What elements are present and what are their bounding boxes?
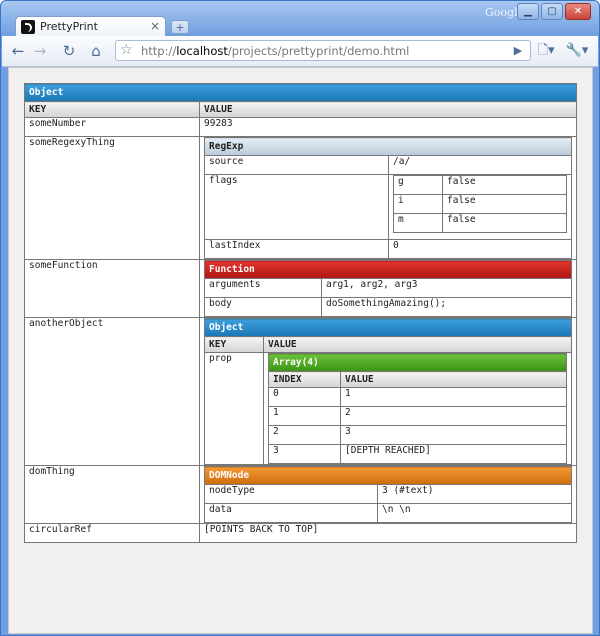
- prop-value: Array(4) INDEX VALUE 01 12 23 3 [DEPTH RE…: [263, 352, 572, 465]
- array-value: 3: [340, 425, 567, 445]
- value-column-header: VALUE: [263, 336, 572, 353]
- reload-icon[interactable]: ↻: [59, 41, 79, 61]
- key-column-header: KEY: [204, 336, 264, 353]
- row-value: DOMNode nodeType 3 (#text) data \n \n: [199, 465, 577, 524]
- wrench-icon[interactable]: 🔧▾: [564, 41, 590, 61]
- page-menu-icon[interactable]: 🗋▾: [534, 41, 558, 61]
- nested-object-title: Object: [204, 318, 572, 337]
- back-arrow-icon[interactable]: ←: [8, 41, 28, 61]
- flag-key: g: [393, 175, 443, 195]
- array-index: 3: [268, 444, 341, 464]
- flag-value: false: [442, 175, 567, 195]
- array-index: 2: [268, 425, 341, 445]
- browser-toolbar: ← → ↻ ⌂ ☆ http://localhost/projects/pret…: [2, 36, 598, 67]
- title-bar: PrettyPrint × + Google ▁ ▢ ✕: [1, 1, 599, 37]
- value-column-header: VALUE: [340, 371, 567, 388]
- forward-arrow-icon[interactable]: →: [30, 41, 50, 61]
- row-key: anotherObject: [24, 317, 200, 466]
- array-table: Array(4) INDEX VALUE 01 12 23 3 [DEPTH RE…: [268, 353, 567, 464]
- array-value: 2: [340, 406, 567, 426]
- minimize-button[interactable]: ▁: [517, 3, 539, 20]
- regexp-title: RegExp: [204, 137, 572, 156]
- row-key: someNumber: [24, 117, 200, 137]
- home-icon[interactable]: ⌂: [86, 41, 106, 61]
- index-column-header: INDEX: [268, 371, 341, 388]
- regexp-flags-key: flags: [204, 174, 389, 240]
- function-body-key: body: [204, 297, 322, 317]
- domnode-nodetype-value: 3 (#text): [377, 484, 572, 504]
- flag-key: i: [393, 194, 443, 214]
- function-arguments-value: arg1, arg2, arg3: [321, 278, 572, 298]
- flag-value: false: [442, 213, 567, 233]
- domnode-table: DOMNode nodeType 3 (#text) data \n \n: [204, 466, 572, 523]
- domnode-title: DOMNode: [204, 466, 572, 485]
- flags-table: g false i false m false: [393, 175, 567, 233]
- tab-close-icon[interactable]: ×: [150, 19, 160, 33]
- function-table: Function arguments arg1, arg2, arg3 body…: [204, 260, 572, 317]
- close-icon: ✕: [573, 6, 583, 17]
- new-tab-button[interactable]: +: [171, 20, 189, 34]
- function-body-value: doSomethingAmazing();: [321, 297, 572, 317]
- row-value: Function arguments arg1, arg2, arg3 body…: [199, 259, 577, 318]
- regexp-lastindex-value: 0: [388, 239, 572, 259]
- flag-value: false: [442, 194, 567, 214]
- array-index: 1: [268, 406, 341, 426]
- page-content: Object KEY VALUE someNumber 99283 someRe…: [8, 67, 593, 634]
- tab-prettyprint[interactable]: PrettyPrint ×: [15, 16, 166, 37]
- array-title: Array(4): [268, 353, 567, 372]
- nested-object-table: Object KEY VALUE prop Array(4) INDEX VAL…: [204, 318, 572, 465]
- function-title: Function: [204, 260, 572, 279]
- go-icon[interactable]: ▶: [508, 41, 528, 61]
- row-key: someRegexyThing: [24, 136, 200, 260]
- row-key: someFunction: [24, 259, 200, 318]
- regexp-source-key: source: [204, 155, 389, 175]
- domnode-data-value: \n \n: [377, 503, 572, 523]
- maximize-button[interactable]: ▢: [541, 3, 563, 20]
- array-index: 0: [268, 387, 341, 407]
- maximize-icon: ▢: [547, 6, 557, 17]
- array-value: 1: [340, 387, 567, 407]
- array-value: [DEPTH REACHED]: [340, 444, 567, 464]
- star-icon[interactable]: ☆: [120, 41, 133, 60]
- row-value: 99283: [199, 117, 577, 137]
- row-value: [POINTS BACK TO TOP]: [199, 523, 577, 543]
- function-arguments-key: arguments: [204, 278, 322, 298]
- tab-title: PrettyPrint: [40, 20, 98, 33]
- close-window-button[interactable]: ✕: [565, 3, 591, 20]
- domnode-nodetype-key: nodeType: [204, 484, 378, 504]
- row-key: circularRef: [24, 523, 200, 543]
- row-value: Object KEY VALUE prop Array(4) INDEX VAL…: [199, 317, 577, 466]
- favicon-icon: [21, 20, 35, 34]
- root-object-title: Object: [24, 83, 577, 102]
- row-value: RegExp source /a/ flags gfalse ifalse: [199, 136, 577, 260]
- address-bar[interactable]: ☆ http://localhost/projects/prettyprint/…: [115, 40, 531, 61]
- regexp-flags-value: g false i false m false: [388, 174, 572, 240]
- regexp-lastindex-key: lastIndex: [204, 239, 389, 259]
- regexp-table: RegExp source /a/ flags gfalse ifalse: [204, 137, 572, 259]
- regexp-source-value: /a/: [388, 155, 572, 175]
- prop-key: prop: [204, 352, 264, 465]
- domnode-data-key: data: [204, 503, 378, 523]
- value-column-header: VALUE: [199, 101, 577, 118]
- flag-key: m: [393, 213, 443, 233]
- browser-window: PrettyPrint × + Google ▁ ▢ ✕ ← → ↻ ⌂ ☆ h…: [0, 0, 600, 636]
- minimize-icon: ▁: [524, 6, 532, 17]
- root-object-table: Object KEY VALUE someNumber 99283 someRe…: [24, 83, 577, 543]
- url-text[interactable]: http://localhost/projects/prettyprint/de…: [141, 44, 409, 58]
- key-column-header: KEY: [24, 101, 200, 118]
- row-key: domThing: [24, 465, 200, 524]
